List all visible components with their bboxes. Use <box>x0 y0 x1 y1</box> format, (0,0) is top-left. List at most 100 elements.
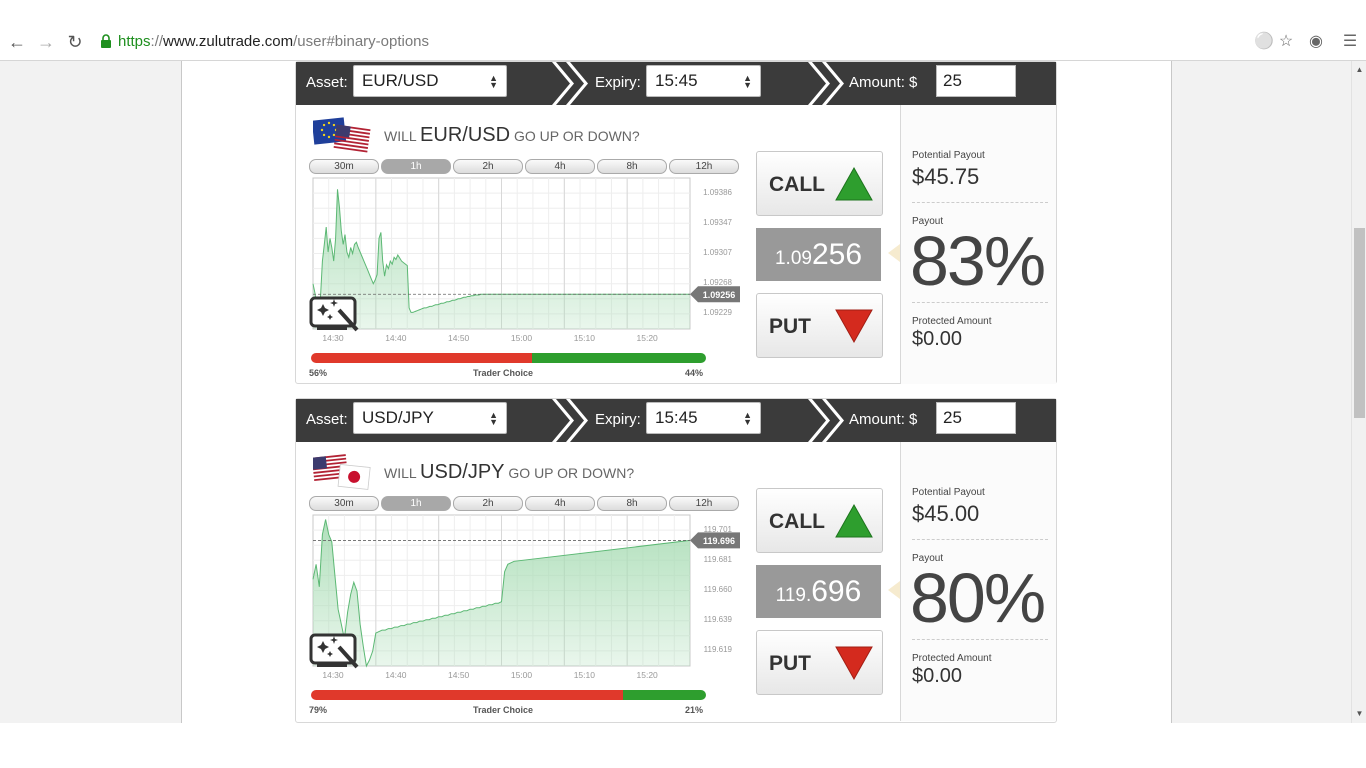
trader-sentiment-bar <box>311 353 706 363</box>
eu-star <box>327 135 331 139</box>
star-icon[interactable]: ☆ <box>1276 32 1296 52</box>
potential-payout-label: Potential Payout <box>912 150 985 161</box>
range-tab-1h[interactable]: 1h <box>381 159 451 174</box>
menu-icon[interactable]: ☰ <box>1340 32 1360 52</box>
sentiment-label: Trader Choice <box>473 368 534 378</box>
x-tick-label: 15:00 <box>511 333 533 343</box>
forward-icon[interactable]: → <box>36 31 56 53</box>
select-caret-icon: ▲ ▼ <box>489 73 498 90</box>
chevron-divider-icon <box>808 399 844 442</box>
expiry-select-value: 15:45 <box>655 71 698 90</box>
address-bar[interactable]: https://www.zulutrade.com/user#binary-op… <box>100 31 1240 53</box>
call-button[interactable]: CALL <box>756 151 883 216</box>
payout-summary: Potential Payout $45.75 Payout 83% Prote… <box>900 105 1056 384</box>
range-tab-4h[interactable]: 4h <box>525 496 595 511</box>
question-pair: USD/JPY <box>420 461 505 483</box>
back-icon[interactable]: ← <box>7 31 27 53</box>
question-pair: EUR/USD <box>420 124 511 146</box>
x-tick-label: 14:40 <box>385 670 407 680</box>
amount-input[interactable]: 25 <box>936 402 1016 434</box>
price-chart: 119.701119.681119.660119.639119.619119.6… <box>312 514 740 680</box>
eu-star <box>332 133 336 137</box>
down-arrow-icon <box>835 309 873 344</box>
call-button[interactable]: CALL <box>756 488 883 553</box>
protected-amount-label: Protected Amount <box>912 316 992 327</box>
sentiment-label: Trader Choice <box>473 705 534 715</box>
range-tab-1h[interactable]: 1h <box>381 496 451 511</box>
amount-input[interactable]: 25 <box>936 65 1016 97</box>
x-tick-label: 14:50 <box>448 670 470 680</box>
reload-icon[interactable]: ↻ <box>65 31 85 53</box>
range-tab-12h[interactable]: 12h <box>669 496 739 511</box>
eu-star <box>320 128 324 132</box>
range-tab-30m[interactable]: 30m <box>309 159 379 174</box>
down-arrow-icon <box>835 646 873 681</box>
range-tab-8h[interactable]: 8h <box>597 159 667 174</box>
amount-label: Amount: $ <box>849 411 918 428</box>
x-tick-label: 15:20 <box>637 333 659 343</box>
scroll-down-icon[interactable]: ▼ <box>1352 707 1366 721</box>
sentiment-put-fill <box>311 353 533 363</box>
up-arrow-icon <box>835 166 873 201</box>
x-tick-label: 15:00 <box>511 670 533 680</box>
range-tab-4h[interactable]: 4h <box>525 159 595 174</box>
time-range-tabs: 30m 1h 2h 4h 8h 12h <box>309 496 741 511</box>
price-pointer <box>888 244 900 262</box>
option-settings-bar: Asset: EUR/USD ▲ ▼ Expiry: 15:45 ▲ ▼ Amoun… <box>296 62 1056 105</box>
eu-star <box>327 121 331 125</box>
price-small: 1.09 <box>774 248 812 269</box>
put-label: PUT <box>769 652 811 675</box>
question-suffix: GO UP OR DOWN? <box>513 128 640 144</box>
scroll-up-icon[interactable]: ▲ <box>1352 63 1366 77</box>
page-bottom <box>0 723 1366 768</box>
separator <box>912 539 1048 540</box>
select-caret-icon: ▲ ▼ <box>743 410 752 427</box>
separator <box>912 202 1048 203</box>
potential-payout-value: $45.00 <box>912 501 980 526</box>
direction-question: WILL EUR/USD GO UP OR DOWN? <box>384 124 640 147</box>
magic-wand-icon[interactable] <box>309 633 361 673</box>
range-tab-8h[interactable]: 8h <box>597 496 667 511</box>
current-price-tag-label: 119.696 <box>703 536 735 546</box>
asset-select-value: USD/JPY <box>362 408 434 427</box>
x-tick-label: 15:10 <box>574 333 596 343</box>
asset-label: Asset: <box>306 74 348 91</box>
key-icon[interactable]: ⚪ <box>1254 32 1274 52</box>
put-button[interactable]: PUT <box>756 630 883 695</box>
price-chart: 1.09386 1.09347 1.09307 1.09268 1.09229 1.092… <box>312 177 740 343</box>
y-tick-label: 1.09386 <box>703 188 732 197</box>
url-separator: :// <box>150 33 164 50</box>
asset-label: Asset: <box>306 411 348 428</box>
sentiment-call-percent: 21% <box>685 705 704 715</box>
asset-select[interactable]: EUR/USD ▲ ▼ <box>353 65 507 97</box>
extension-icon[interactable]: ◉ <box>1306 32 1326 52</box>
vertical-scrollbar[interactable]: ▲ ▼ <box>1351 61 1366 723</box>
separator <box>912 639 1048 640</box>
up-arrow-icon <box>835 503 873 538</box>
potential-payout-label: Potential Payout <box>912 487 985 498</box>
range-tab-12h[interactable]: 12h <box>669 159 739 174</box>
direction-question: WILL USD/JPY GO UP OR DOWN? <box>384 461 634 484</box>
price-big: 256 <box>811 238 863 271</box>
protected-amount-label: Protected Amount <box>912 653 992 664</box>
range-tab-2h[interactable]: 2h <box>453 496 523 511</box>
question-suffix: GO UP OR DOWN? <box>508 465 635 481</box>
browser-toolbar: ← → ↻ https://www.zulutrade.com/user#bin… <box>0 0 1366 61</box>
amount-label: Amount: $ <box>849 74 918 91</box>
sentiment-put-percent: 56% <box>309 368 328 378</box>
y-tick-label: 1.09229 <box>703 308 732 317</box>
call-label: CALL <box>769 173 825 196</box>
current-price-tag-label: 1.09256 <box>703 290 736 300</box>
asset-select[interactable]: USD/JPY ▲ ▼ <box>353 402 507 434</box>
range-tab-30m[interactable]: 30m <box>309 496 379 511</box>
range-tab-2h[interactable]: 2h <box>453 159 523 174</box>
y-tick-label: 119.639 <box>704 615 733 624</box>
expiry-select[interactable]: 15:45 ▲ ▼ <box>646 65 761 97</box>
expiry-label: Expiry: <box>595 74 641 91</box>
expiry-select[interactable]: 15:45 ▲ ▼ <box>646 402 761 434</box>
put-button[interactable]: PUT <box>756 293 883 358</box>
current-price: 1.09256 <box>756 228 881 281</box>
magic-wand-icon[interactable] <box>309 296 361 336</box>
scroll-thumb[interactable] <box>1354 228 1365 418</box>
question-prefix: WILL <box>384 465 417 481</box>
